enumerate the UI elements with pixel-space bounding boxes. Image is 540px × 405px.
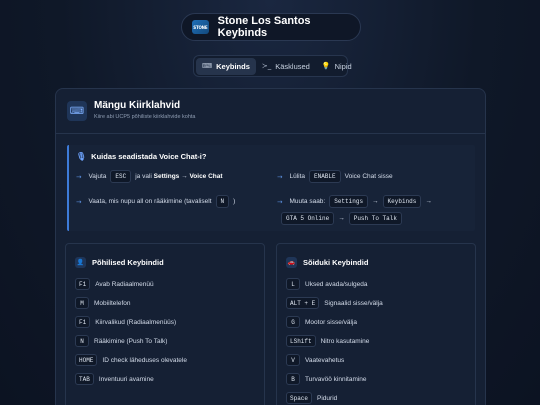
terminal-icon: ≻_ bbox=[261, 62, 272, 70]
tab-tips[interactable]: 💡 Nipid bbox=[316, 58, 358, 75]
voice-chat-guide: 🎙 Kuidas seadistada Voice Chat-i? → Vaju… bbox=[67, 145, 475, 231]
list-item: F1 Kiirvalikud (Radiaalmenüüs) bbox=[75, 315, 176, 329]
tab-commands[interactable]: ≻_ Käsklused bbox=[256, 58, 316, 75]
list-item: G Mootor sisse/välja bbox=[286, 315, 357, 329]
tab-keybinds[interactable]: ⌨ Keybinds bbox=[196, 57, 256, 75]
voice-step-4: → Muuta saab: Settings → Keybinds → GTA … bbox=[277, 195, 467, 225]
microphone-icon: 🎙 bbox=[76, 152, 87, 161]
user-icon: 👤 bbox=[75, 257, 86, 268]
list-item: B Turvavöö kinnitamine bbox=[286, 372, 367, 386]
key-n: N bbox=[215, 195, 230, 208]
arrow-right-icon: → bbox=[76, 172, 82, 181]
card-subtitle: Kiire abi UCP5 põhiliste kiirklahvide ko… bbox=[94, 114, 196, 120]
tab-bar: ⌨ Keybinds ≻_ Käsklused 💡 Nipid bbox=[193, 55, 352, 77]
voice-step-1: → Vajuta ESC ja vali Settings → Voice Ch… bbox=[76, 170, 223, 183]
list-item: HOME ID check läheduses olevatele bbox=[75, 353, 187, 367]
arrow-right-icon: → bbox=[277, 197, 283, 206]
app-header: STONE Stone Los Santos Keybinds bbox=[181, 13, 361, 41]
card-title: Mängu Kiirklahvid bbox=[94, 100, 181, 111]
voice-guide-title: 🎙 Kuidas seadistada Voice Chat-i? bbox=[76, 152, 207, 161]
list-item: Space Pidurid bbox=[286, 391, 337, 405]
voice-step-3: → Vaata, mis nupu all on rääkimine (tava… bbox=[76, 195, 235, 208]
keyboard-icon: ⌨ bbox=[67, 101, 87, 121]
list-item: ALT + E Signaalid sisse/välja bbox=[286, 296, 383, 310]
arrow-right-icon: → bbox=[277, 172, 283, 181]
vehicle-keybinds-panel: 🚗 Sõiduki Keybindid L Uksed avada/sulgeda… bbox=[276, 243, 476, 405]
list-item: M Mobiiltelefon bbox=[75, 296, 131, 310]
list-item: LShift Nitro kasutamine bbox=[286, 334, 369, 348]
basic-keybinds-title: 👤 Põhilised Keybindid bbox=[75, 257, 164, 268]
arrow-right-icon: → bbox=[76, 197, 82, 206]
car-icon: 🚗 bbox=[286, 257, 297, 268]
list-item: V Vaatevahetus bbox=[286, 353, 344, 367]
keybinds-card: ⌨ Mängu Kiirklahvid Kiire abi UCP5 põhil… bbox=[55, 88, 486, 405]
keyboard-icon: ⌨ bbox=[202, 62, 213, 70]
voice-step-2: → Lülita ENABLE Voice Chat sisse bbox=[277, 170, 393, 183]
basic-keybinds-panel: 👤 Põhilised Keybindid F1 Avab Radiaalmenü… bbox=[65, 243, 265, 405]
list-item: F1 Avab Radiaalmenüü bbox=[75, 277, 154, 291]
lightbulb-icon: 💡 bbox=[321, 62, 331, 70]
app-title: Stone Los Santos Keybinds bbox=[217, 15, 311, 39]
list-item: L Uksed avada/sulgeda bbox=[286, 277, 368, 291]
vehicle-keybinds-title: 🚗 Sõiduki Keybindid bbox=[286, 257, 369, 268]
key-esc: ESC bbox=[110, 170, 132, 183]
list-item: N Rääkimine (Push To Talk) bbox=[75, 334, 167, 348]
list-item: TAB Inventuuri avamine bbox=[75, 372, 154, 386]
key-enable: ENABLE bbox=[309, 170, 341, 183]
stone-logo: STONE bbox=[192, 20, 209, 34]
card-header: ⌨ Mängu Kiirklahvid Kiire abi UCP5 põhil… bbox=[56, 89, 485, 134]
